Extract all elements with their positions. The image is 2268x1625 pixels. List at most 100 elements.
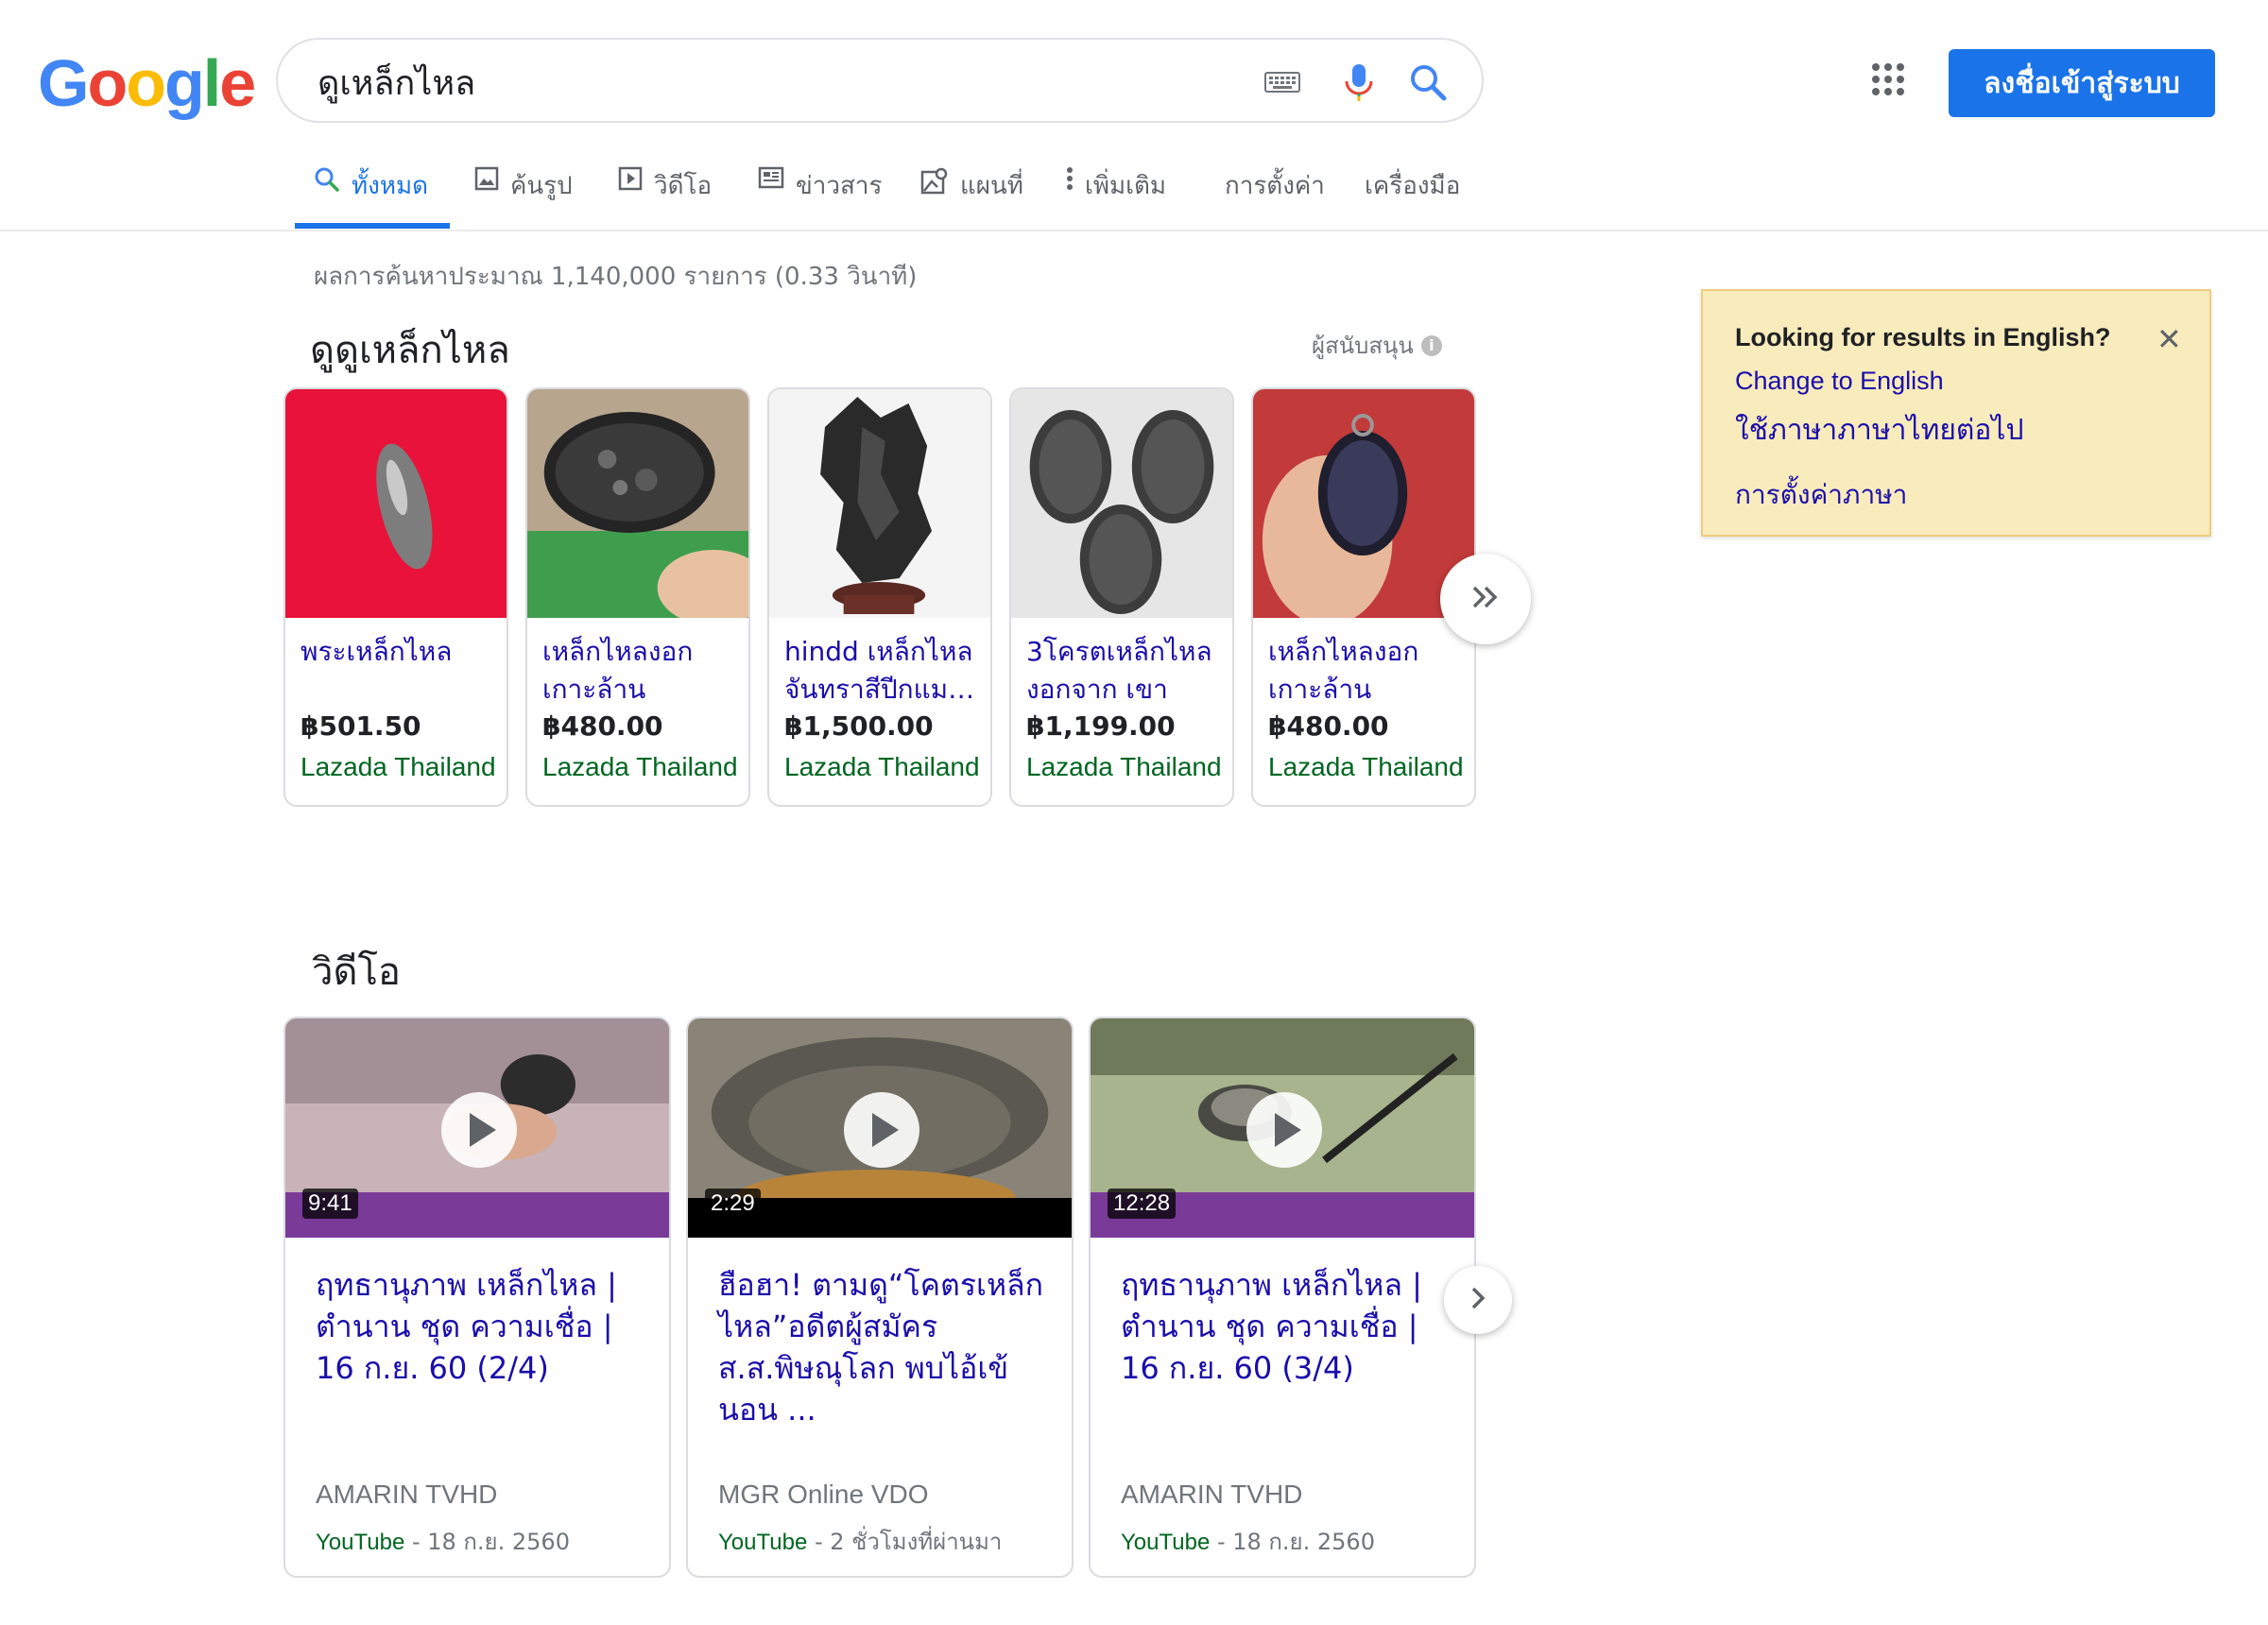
language-question: Looking for results in English? <box>1735 323 2111 351</box>
product-card[interactable]: hindd เหล็กไหล จันทราสีปีกแม… ฿1,500.00 … <box>767 387 992 807</box>
tab-images[interactable]: ค้นรูป <box>474 166 573 227</box>
product-image <box>1011 389 1232 618</box>
video-channel: AMARIN TVHD <box>1121 1480 1303 1509</box>
video-meta: YouTube - 18 ก.ย. 2560 <box>1121 1523 1375 1560</box>
keyboard-icon[interactable] <box>1264 72 1300 97</box>
product-card[interactable]: พระเหล็กไหล ฿501.50 Lazada Thailand <box>284 387 508 807</box>
product-store: Lazada Thailand <box>784 752 980 781</box>
product-title[interactable]: hindd เหล็กไหล จันทราสีปีกแม… <box>784 633 983 709</box>
logo-letter: l <box>202 46 222 120</box>
product-title[interactable]: พระเหล็กไหล <box>301 633 499 709</box>
header-divider <box>0 230 2268 231</box>
video-title[interactable]: ฤทธานุภาพ เหล็กไหล | ตำนาน ชุด ความเชื่อ… <box>316 1264 646 1389</box>
change-to-english-link[interactable]: Change to English <box>1735 367 1944 396</box>
more-vert-icon <box>1066 166 1074 197</box>
tab-label: เพิ่มเติม <box>1085 172 1167 200</box>
product-title[interactable]: 3โครตเหล็กไหลงอกจาก เขาอึม… <box>1026 633 1225 709</box>
play-icon[interactable] <box>1246 1092 1322 1168</box>
logo-letter: o <box>87 46 128 120</box>
search-box[interactable] <box>276 38 1484 123</box>
product-title[interactable]: เหล็กไหลงอกเกาะล้าน <box>1268 633 1467 709</box>
map-icon <box>920 166 949 201</box>
sponsored-text: ผู้สนับสนุน <box>1312 333 1414 359</box>
logo-letter: e <box>219 46 256 120</box>
chevron-right-icon <box>1469 1285 1486 1316</box>
product-price: ฿480.00 <box>1268 710 1389 742</box>
tab-more[interactable]: เพิ่มเติม <box>1066 166 1166 227</box>
product-title[interactable]: เหล็กไหลงอกเกาะล้าน <box>542 633 741 709</box>
tab-tools[interactable]: เครื่องมือ <box>1365 166 1460 227</box>
video-date: - 18 ก.ย. 2560 <box>1210 1529 1375 1555</box>
video-card[interactable]: 2:29 ฮือฮา! ตามดู“โคตรเหล็กไหล”อดีตผู้สม… <box>686 1017 1074 1578</box>
sign-in-button[interactable]: ลงชื่อเข้าสู่ระบบ <box>1949 49 2215 117</box>
video-duration: 12:28 <box>1108 1189 1177 1219</box>
search-input[interactable] <box>316 57 1264 108</box>
tab-maps[interactable]: แผนที่ <box>920 166 1023 227</box>
logo-letter: o <box>126 46 166 120</box>
apps-grid-icon[interactable] <box>1871 62 1905 101</box>
video-channel: MGR Online VDO <box>718 1480 929 1509</box>
video-source: YouTube <box>1121 1530 1211 1555</box>
product-card[interactable]: 3โครตเหล็กไหลงอกจาก เขาอึม… ฿1,199.00 La… <box>1009 387 1234 807</box>
tab-settings[interactable]: การตั้งค่า <box>1225 166 1325 227</box>
product-image <box>527 389 748 618</box>
video-source: YouTube <box>316 1530 405 1555</box>
product-store: Lazada Thailand <box>301 752 496 781</box>
video-icon <box>618 166 643 197</box>
product-image <box>769 389 990 618</box>
video-date: - 18 ก.ย. 2560 <box>404 1529 570 1555</box>
product-price: ฿480.00 <box>542 710 663 742</box>
sponsored-label[interactable]: ผู้สนับสนุน i <box>1312 327 1442 364</box>
tab-label: แผนที่ <box>960 172 1023 200</box>
product-store: Lazada Thailand <box>1268 752 1464 781</box>
tab-videos[interactable]: วิดีโอ <box>618 166 712 227</box>
product-price: ฿1,199.00 <box>1026 710 1176 742</box>
language-settings-link[interactable]: การตั้งค่าภาษา <box>1735 474 1907 516</box>
mic-icon[interactable] <box>1342 62 1376 109</box>
product-price: ฿1,500.00 <box>784 710 934 742</box>
video-meta: YouTube - 2 ชั่วโมงที่ผ่านมา <box>718 1523 1002 1560</box>
videos-title: วิดีโอ <box>312 950 401 994</box>
video-card[interactable]: 12:28 ฤทธานุภาพ เหล็กไหล | ตำนาน ชุด ควา… <box>1089 1017 1476 1578</box>
products-next-button[interactable] <box>1440 554 1531 644</box>
video-duration: 2:29 <box>705 1189 761 1219</box>
search-icon[interactable] <box>1408 62 1448 107</box>
product-store: Lazada Thailand <box>1026 752 1222 781</box>
logo-letter: G <box>38 46 89 120</box>
video-source: YouTube <box>718 1530 808 1555</box>
product-image <box>285 389 507 618</box>
tab-all[interactable]: ทั้งหมด <box>314 166 428 227</box>
news-icon <box>758 166 784 196</box>
play-icon[interactable] <box>844 1092 919 1168</box>
product-store: Lazada Thailand <box>542 752 738 781</box>
tab-label: เครื่องมือ <box>1365 172 1461 200</box>
shopping-title: ดูดูเหล็กไหล <box>310 329 510 372</box>
keep-thai-link[interactable]: ใช้ภาษาภาษาไทยต่อไป <box>1735 408 2024 453</box>
info-icon[interactable]: i <box>1420 334 1442 356</box>
language-notice: Looking for results in English? ✕ Change… <box>1701 289 2211 537</box>
video-title[interactable]: ฮือฮา! ตามดู“โคตรเหล็กไหล”อดีตผู้สมัคร ส… <box>718 1264 1049 1430</box>
video-card[interactable]: 9:41 ฤทธานุภาพ เหล็กไหล | ตำนาน ชุด ความ… <box>284 1017 671 1578</box>
product-price: ฿501.50 <box>301 710 421 742</box>
tab-label: วิดีโอ <box>654 172 713 200</box>
video-title[interactable]: ฤทธานุภาพ เหล็กไหล | ตำนาน ชุด ความเชื่อ… <box>1121 1264 1452 1389</box>
videos-next-button[interactable] <box>1444 1266 1512 1334</box>
tab-label: การตั้งค่า <box>1225 172 1325 200</box>
image-icon <box>474 166 499 197</box>
logo-letter: g <box>163 46 205 120</box>
google-logo[interactable]: Google <box>38 45 256 121</box>
tab-label: ทั้งหมด <box>352 172 428 200</box>
product-card[interactable]: เหล็กไหลงอกเกาะล้าน ฿480.00 Lazada Thail… <box>525 387 750 807</box>
video-date: - 2 ชั่วโมงที่ผ่านมา <box>807 1529 1003 1555</box>
video-duration: 9:41 <box>302 1189 358 1219</box>
tab-label: ค้นรูป <box>510 172 573 200</box>
tab-label: ข่าวสาร <box>796 172 883 200</box>
product-image <box>1253 389 1474 618</box>
play-icon[interactable] <box>441 1092 517 1168</box>
double-chevron-right-icon <box>1470 584 1501 615</box>
close-icon[interactable]: ✕ <box>2156 321 2182 357</box>
result-stats: ผลการค้นหาประมาณ 1,140,000 รายการ (0.33 … <box>314 263 918 291</box>
video-meta: YouTube - 18 ก.ย. 2560 <box>316 1523 570 1560</box>
tab-news[interactable]: ข่าวสาร <box>758 166 882 227</box>
active-tab-indicator <box>295 223 450 229</box>
